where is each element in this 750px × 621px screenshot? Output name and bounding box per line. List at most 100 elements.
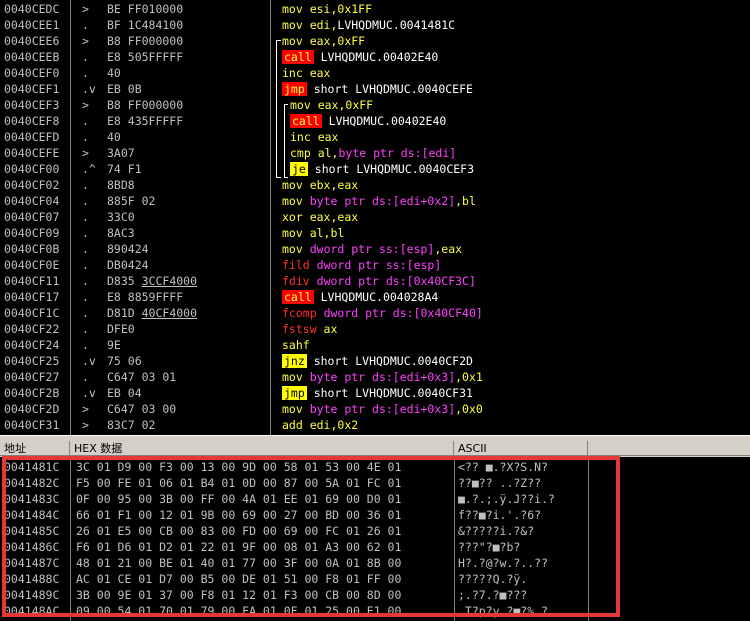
disasm-row[interactable]: 0040CEE1. BF 1C484100 mov edi,LVHQDMUC.004… <box>0 17 750 33</box>
disasm-row[interactable]: 0040CF17. E8 8859FFFF call LVHQDMUC.004028… <box>0 289 750 305</box>
instruction-text: jnz short LVHQDMUC.0040CF2D <box>282 353 473 369</box>
disasm-row[interactable]: 0040CF00 .^ 74 F1 je short LVHQDMUC.0040CEF… <box>0 161 750 177</box>
memory-dump-pane[interactable]: 0041481C 3C 01 D9 00 F3 00 13 00 9D 00 58… <box>0 457 750 621</box>
mnemonic: mov <box>282 242 303 256</box>
instruction-text: mov byte ptr ds:[edi+0x2],bl <box>282 193 476 209</box>
disasm-row[interactable]: 0040CF0B. 890424 mov dword ptr ss:[esp],ea… <box>0 241 750 257</box>
dump-row[interactable]: 0041483C 0F 00 95 00 3B 00 FF 00 4A 01 EE… <box>0 491 750 507</box>
disasm-row[interactable]: 0040CEFD. 40 inc eax <box>0 129 750 145</box>
dump-row[interactable]: 0041487C 48 01 21 00 BE 01 40 01 77 00 3F… <box>0 555 750 571</box>
disasm-row[interactable]: 0040CF31 >83C7 02 add edi,0x2 <box>0 417 750 433</box>
jump-marker: . <box>82 290 89 304</box>
instruction-bytes: 83C7 02 <box>107 418 156 432</box>
disasm-row[interactable]: 0040CF0E. DB0424 fild dword ptr ss:[esp] <box>0 257 750 273</box>
dump-row[interactable]: 0041488C AC 01 CE 01 D7 00 B5 00 DE 01 51… <box>0 571 750 587</box>
dump-ascii: <?? ■.?X?S.N? <box>458 460 549 474</box>
jump-marker: . <box>82 194 89 208</box>
disasm-row[interactable]: 0040CF2D > C647 03 00 mov byte ptr ds:[edi+… <box>0 401 750 417</box>
instruction-bytes: BE FF010000 <box>107 2 184 16</box>
disasm-row[interactable]: 0040CF09. 8AC3 mov al,bl <box>0 225 750 241</box>
instruction-text: mov eax,0xFF <box>282 33 365 49</box>
instruction-bytes: DB0424 <box>107 258 149 272</box>
dump-hex-bytes: 0F 00 95 00 3B 00 FF 00 4A 01 EE 01 69 0… <box>76 492 402 506</box>
operand: eax,0xFF <box>310 98 374 112</box>
mnemonic: inc <box>282 66 303 80</box>
dump-header-ascii[interactable]: ASCII <box>454 441 588 456</box>
dump-row[interactable]: 0041484C 66 01 F1 00 12 01 9B 00 69 00 27… <box>0 507 750 523</box>
operand: byte ptr ds:[edi+0x3] <box>309 402 456 416</box>
disassembly-pane[interactable]: 0040CEDC > BE FF010000 mov esi,0x1FF 0040CEE… <box>0 0 750 435</box>
mnemonic: je <box>290 162 308 176</box>
disasm-row[interactable]: 0040CF24. 9E sahf <box>0 337 750 353</box>
disasm-row[interactable]: 0040CEE6 > B8 FF000000 mov eax,0xFF <box>0 33 750 49</box>
mnemonic: fild <box>282 258 310 272</box>
disasm-row[interactable]: 0040CF2B .v EB 04 jmp short LVHQDMUC.0040CF… <box>0 385 750 401</box>
instruction-bytes: 40 <box>107 66 121 80</box>
instruction-text: fstsw ax <box>282 321 337 337</box>
instruction-address: 0040CF17 <box>4 290 60 304</box>
dump-row[interactable]: 0041489C 3B 00 9E 01 37 00 F8 01 12 01 F3… <box>0 587 750 603</box>
jump-marker: . <box>82 50 89 64</box>
mnemonic: jnz <box>282 354 307 368</box>
disasm-row[interactable]: 0040CF22. DFE0 fstsw ax <box>0 321 750 337</box>
jump-marker: > <box>82 418 89 432</box>
instruction-bytes: 890424 <box>107 242 149 256</box>
disasm-row[interactable]: 0040CEDC > BE FF010000 mov esi,0x1FF <box>0 1 750 17</box>
disasm-row[interactable]: 0040CEF0. 40 inc eax <box>0 65 750 81</box>
disasm-row[interactable]: 0040CEFE >3A07 cmp al,byte ptr ds:[edi] <box>0 145 750 161</box>
instruction-bytes: 74 F1 <box>107 162 142 176</box>
instruction-address: 0040CEF8 <box>4 114 60 128</box>
instruction-address: 0040CEDC <box>4 2 60 16</box>
instruction-bytes: E8 8859FFFF <box>107 290 184 304</box>
instruction-text: call LVHQDMUC.00402E40 <box>282 49 438 65</box>
operand: eax <box>302 66 331 80</box>
operand: eax,eax <box>302 210 359 224</box>
jump-marker: . <box>82 18 89 32</box>
disasm-row[interactable]: 0040CF27. C647 03 01 mov byte ptr ds:[edi+… <box>0 369 750 385</box>
dump-row[interactable]: 0041481C 3C 01 D9 00 F3 00 13 00 9D 00 58… <box>0 459 750 475</box>
instruction-text: fdiv dword ptr ds:[0x40CF3C] <box>282 273 476 289</box>
disasm-row[interactable]: 0040CEF8. E8 435FFFFF call LVHQDMUC.00402E… <box>0 113 750 129</box>
instruction-text: fcomp dword ptr ds:[0x40CF40] <box>282 305 483 321</box>
dump-header-hex[interactable]: HEX 数据 <box>70 441 454 456</box>
disasm-row[interactable]: 0040CF11. D835 3CCF4000 fdiv dword ptr ds:… <box>0 273 750 289</box>
operand: ,eax <box>434 242 463 256</box>
instruction-address: 0040CF00 <box>4 162 60 176</box>
mnemonic: mov <box>290 98 311 112</box>
operand: short LVHQDMUC.0040CEF3 <box>307 162 475 176</box>
dump-row[interactable]: 0041482C F5 00 FE 01 06 01 B4 01 0D 00 87… <box>0 475 750 491</box>
instruction-bytes: 75 06 <box>107 354 142 368</box>
disasm-row[interactable]: 0040CF04. 885F 02 mov byte ptr ds:[edi+0x2… <box>0 193 750 209</box>
disasm-row[interactable]: 0040CF25 .v 75 06 jnz short LVHQDMUC.0040CF… <box>0 353 750 369</box>
mnemonic: call <box>290 114 322 128</box>
disasm-row[interactable]: 0040CF1C. D81D 40CF4000 fcomp dword ptr ds… <box>0 305 750 321</box>
mnemonic: call <box>282 50 314 64</box>
jump-marker: > <box>82 2 89 16</box>
dump-address: 0041488C <box>4 572 60 586</box>
disasm-row[interactable]: 0040CEF3 > B8 FF000000 mov eax,0xFF <box>0 97 750 113</box>
dump-hex-bytes: F5 00 FE 01 06 01 B4 01 0D 00 87 00 5A 0… <box>76 476 402 490</box>
operand <box>310 274 317 288</box>
dump-row[interactable]: 0041486C F6 01 D6 01 D2 01 22 01 9F 00 08… <box>0 539 750 555</box>
dump-header-address[interactable]: 地址 <box>0 441 70 456</box>
instruction-address: 0040CF24 <box>4 338 60 352</box>
operand: LVHQDMUC.00402E40 <box>321 114 447 128</box>
disasm-row[interactable]: 0040CEEB. E8 505FFFFF call LVHQDMUC.00402E… <box>0 49 750 65</box>
disasm-row[interactable]: 0040CEF1 .v EB 0B jmp short LVHQDMUC.0040CE… <box>0 81 750 97</box>
dump-header: 地址 HEX 数据 ASCII <box>0 441 750 457</box>
dump-ascii: f??■?i.'.?6? <box>458 508 542 522</box>
jump-marker: . <box>82 306 89 320</box>
operand: LVHQDMUC.00402E40 <box>313 50 439 64</box>
dump-address: 0041485C <box>4 524 60 538</box>
dump-row[interactable]: 004148AC 09 00 54 01 70 01 79 00 FA 01 0F… <box>0 603 750 619</box>
instruction-text: je short LVHQDMUC.0040CEF3 <box>290 161 474 177</box>
instruction-bytes: 3A07 <box>107 146 135 160</box>
instruction-address: 0040CF2B <box>4 386 60 400</box>
dump-row[interactable]: 0041485C 26 01 E5 00 CB 00 83 00 FD 00 69… <box>0 523 750 539</box>
instruction-text: mov edi,LVHQDMUC.0041481C <box>282 17 455 33</box>
operand: short LVHQDMUC.0040CEFE <box>306 82 473 96</box>
disasm-row[interactable]: 0040CF07. 33C0 xor eax,eax <box>0 209 750 225</box>
jump-marker: . <box>82 178 89 192</box>
disasm-row[interactable]: 0040CF02. 8BD8 mov ebx,eax <box>0 177 750 193</box>
instruction-bytes: B8 FF000000 <box>107 98 184 112</box>
